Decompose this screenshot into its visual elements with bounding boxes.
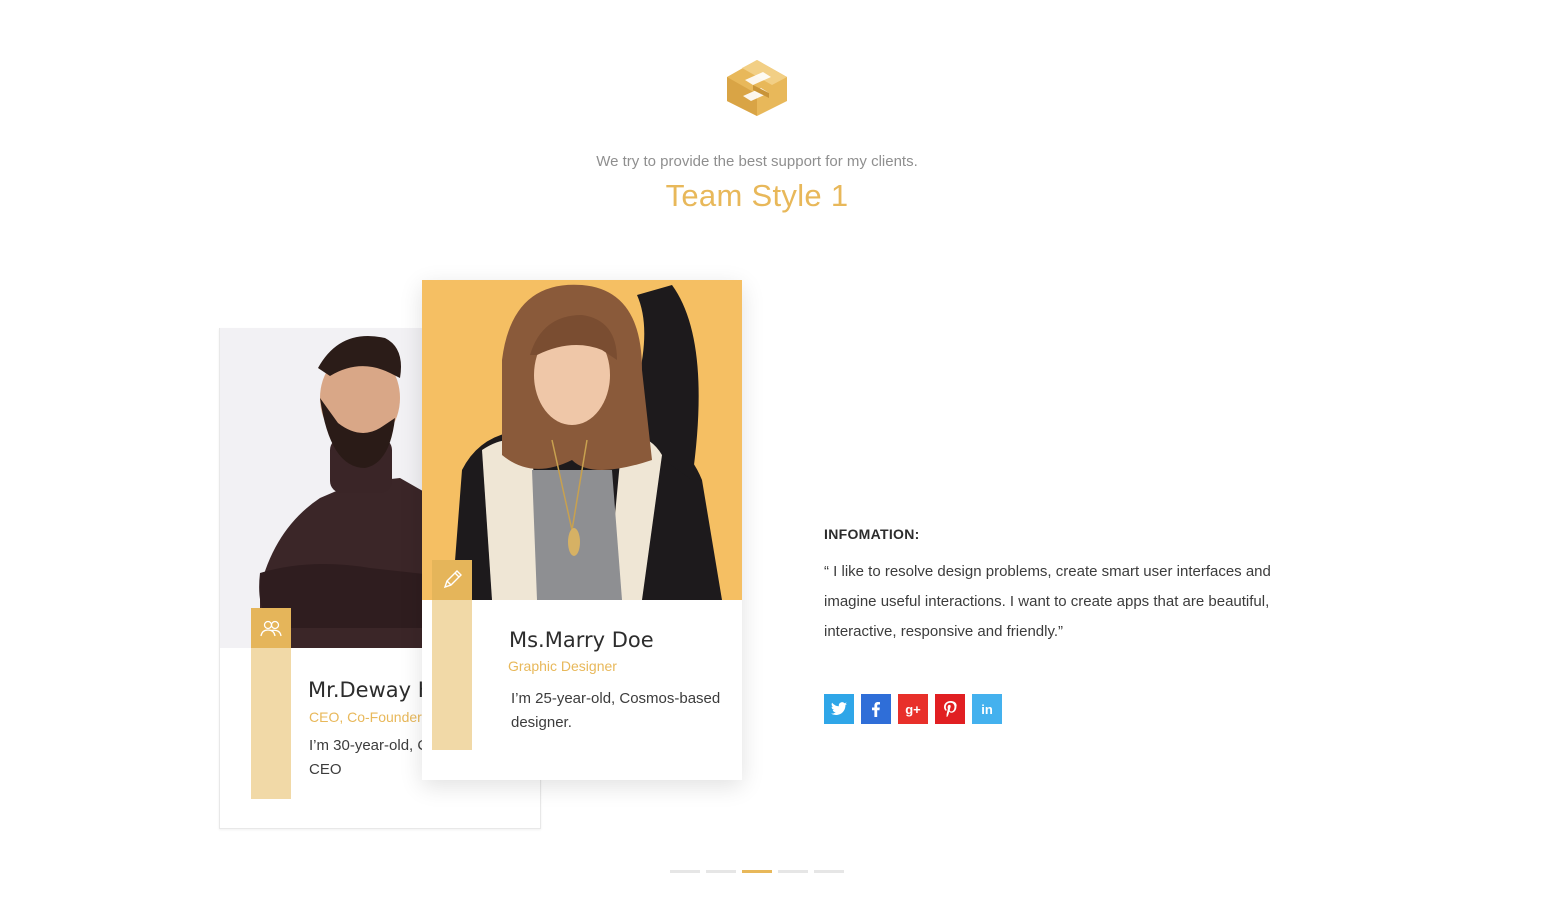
google-plus-label: g+	[905, 701, 921, 717]
member-name: Mr.Deway H	[308, 678, 434, 702]
member-bio-line2: designer.	[511, 714, 572, 731]
pagination-dot-1[interactable]	[670, 870, 700, 873]
linkedin-icon[interactable]: in	[972, 694, 1002, 724]
pagination-dot-3-active[interactable]	[742, 870, 772, 873]
users-icon	[251, 608, 291, 648]
pinterest-icon[interactable]	[935, 694, 965, 724]
logo-icon	[725, 58, 789, 118]
member-bio: I’m 25-year-old, Cosmos-based designer.	[511, 687, 731, 735]
member-role: CEO, Co-Founder	[309, 709, 422, 725]
pagination-dot-4[interactable]	[778, 870, 808, 873]
info-quote: “ I like to resolve design problems, cre…	[824, 563, 1271, 640]
carousel-pagination	[670, 870, 844, 873]
google-plus-icon[interactable]: g+	[898, 694, 928, 724]
team-card-marry[interactable]: Ms.Marry Doe Graphic Designer I’m 25-yea…	[422, 280, 742, 780]
pagination-dot-2[interactable]	[706, 870, 736, 873]
pagination-dot-5[interactable]	[814, 870, 844, 873]
member-photo-marry	[422, 280, 742, 600]
member-role: Graphic Designer	[508, 658, 617, 674]
section-subtitle: We try to provide the best support for m…	[596, 153, 918, 170]
facebook-icon[interactable]	[861, 694, 891, 724]
member-bio-line1: I’m 25-year-old, Cosmos-based	[511, 690, 721, 707]
info-heading: INFOMATION:	[824, 526, 920, 542]
social-links: g+ in	[824, 694, 1002, 724]
pencil-icon	[432, 560, 472, 600]
member-name: Ms.Marry Doe	[509, 628, 654, 652]
twitter-icon[interactable]	[824, 694, 854, 724]
linkedin-label: in	[981, 701, 993, 717]
section-title: Team Style 1	[665, 178, 849, 213]
